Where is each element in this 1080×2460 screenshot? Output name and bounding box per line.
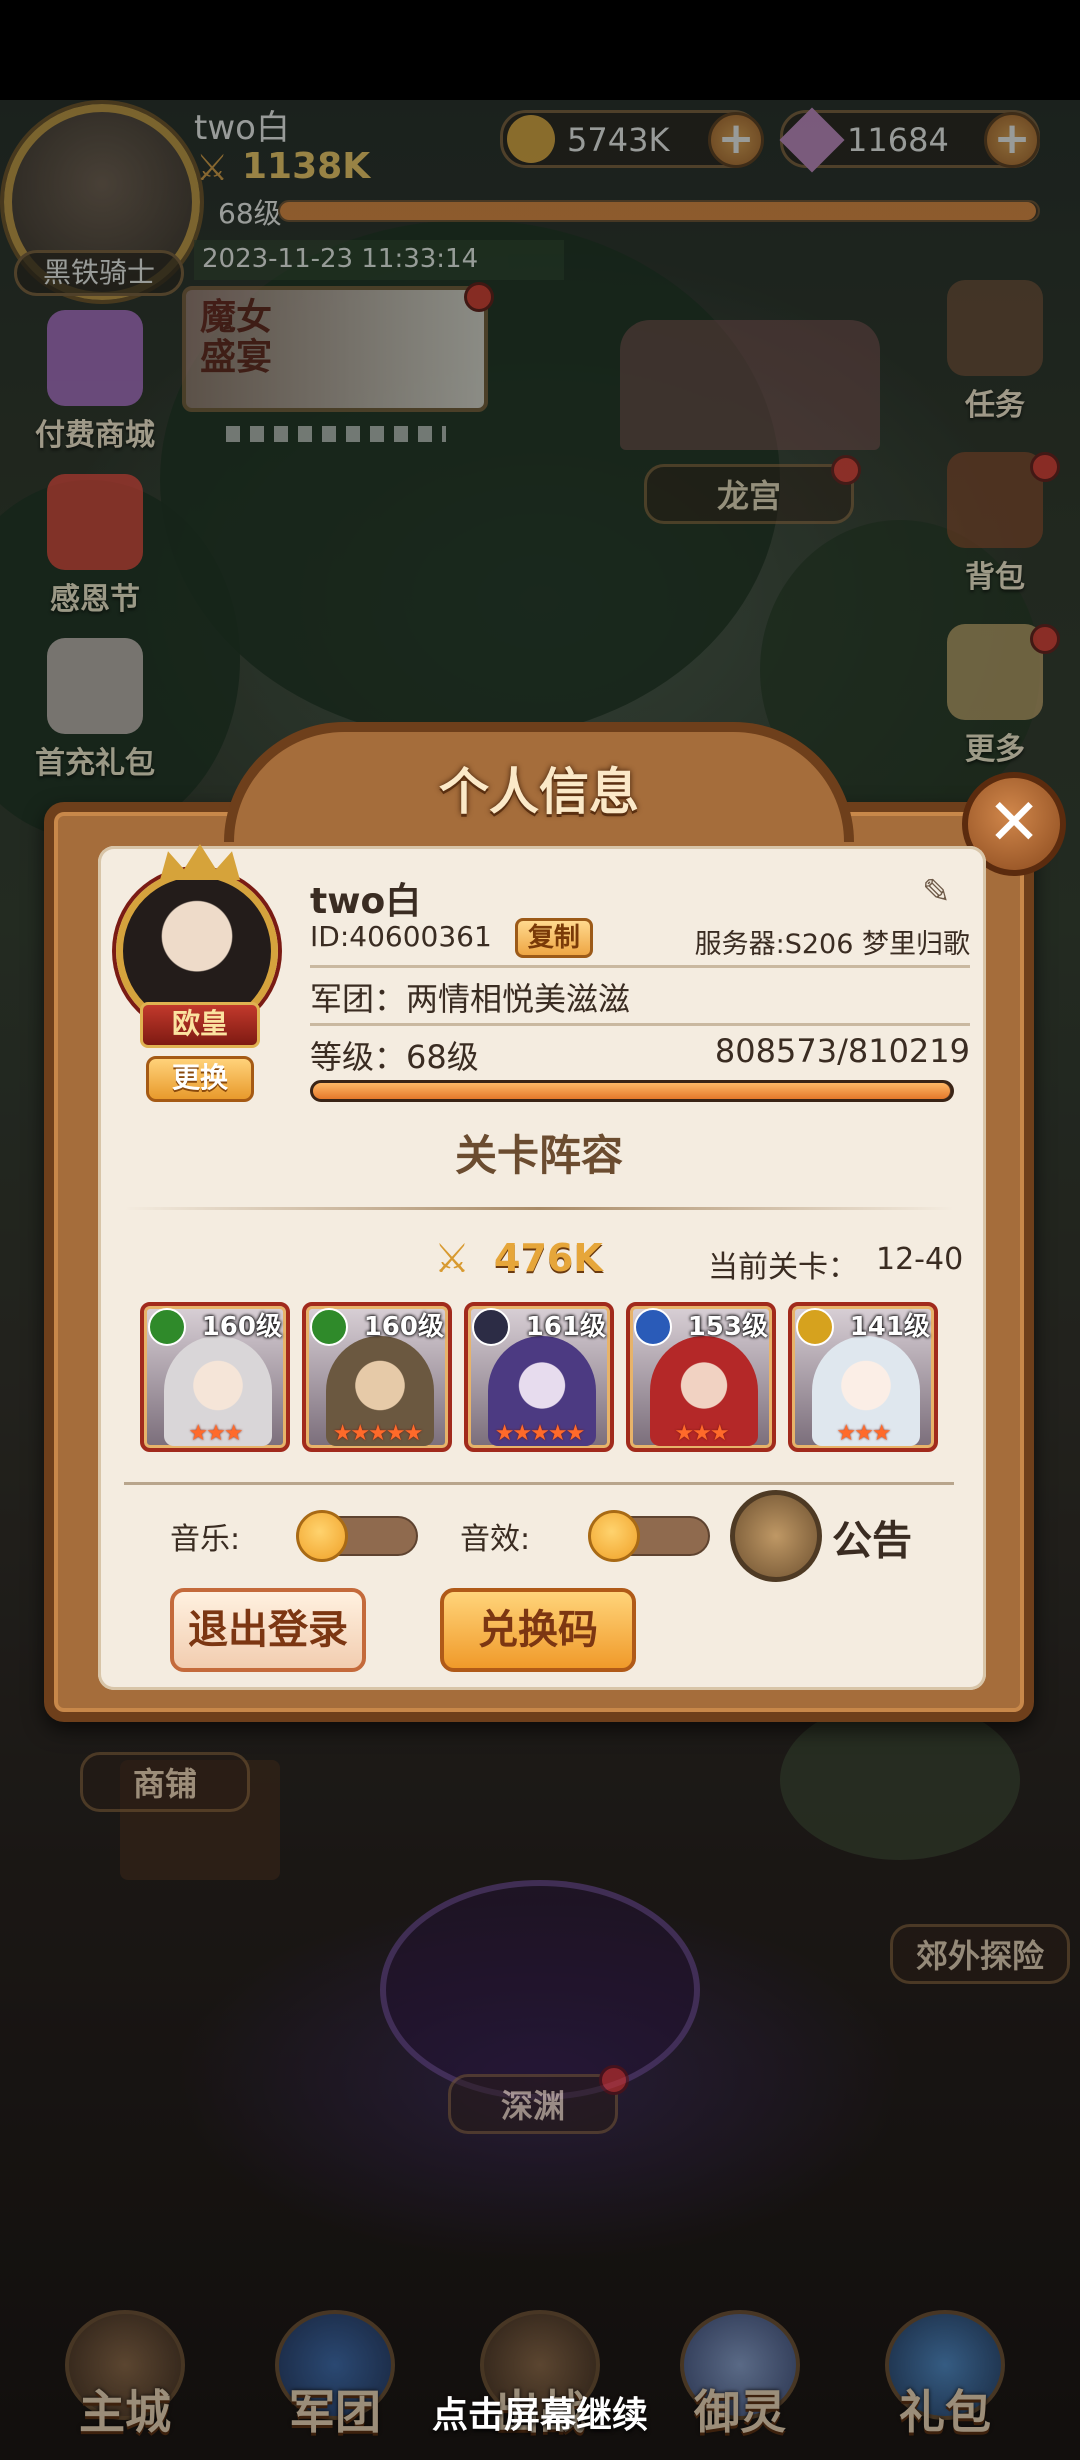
continue-hint[interactable]: 点击屏幕继续 (0, 2386, 1080, 2438)
outskirts-text: 郊外探险 (915, 1937, 1044, 1975)
more-notification-dot (1030, 624, 1060, 654)
exp-text: 808573/810219 (714, 1032, 970, 1070)
paid-shop-button[interactable]: 付费商城 (30, 310, 160, 454)
shop-text: 商铺 (132, 1765, 197, 1803)
add-gold-button[interactable]: + (708, 112, 764, 168)
hero-card[interactable]: 153级 ★★★ (626, 1302, 776, 1452)
player-name: two白 (194, 108, 290, 148)
exp-progress-bar (310, 1080, 954, 1102)
guild-name: 军团：两情相悦美滋滋 (310, 980, 631, 1018)
timestamp: 2023-11-23 11:33:14 (194, 240, 564, 280)
level-text: 等级：68级 (310, 1038, 479, 1076)
gift-chest-icon (47, 310, 143, 406)
gem-icon (779, 107, 845, 173)
sfx-toggle-knob (588, 1510, 640, 1562)
player-level: 68级 (218, 197, 282, 230)
settings-divider (124, 1482, 954, 1485)
redeem-code-button[interactable]: 兑换码 (440, 1588, 636, 1672)
logout-button[interactable]: 退出登录 (170, 1588, 366, 1672)
hero-level: 160级 (201, 1312, 282, 1342)
tasks-button[interactable]: 任务 (930, 280, 1060, 424)
guild-row: 军团：两情相悦美滋滋 (310, 974, 970, 1026)
dragon-palace-text: 龙宫 (716, 477, 781, 515)
bag-button[interactable]: 背包 (930, 452, 1060, 596)
left-menu: 付费商城 感恩节 首充礼包 (30, 310, 170, 782)
stage-label: 当前关卡： (708, 1250, 858, 1285)
bag-notification-dot (1030, 452, 1060, 482)
server-info: 服务器:S206 梦里归歌 (694, 929, 970, 960)
event-banner-text: 魔女 盛宴 (200, 297, 273, 378)
paid-shop-label: 付费商城 (35, 418, 155, 453)
gem-value: 11684 (847, 121, 949, 159)
dragon-notification-dot (831, 455, 861, 485)
backpack-icon (947, 452, 1043, 548)
lineup-divider (124, 1207, 954, 1210)
light-element-icon (796, 1308, 834, 1346)
dialog-title: 个人信息 (439, 763, 639, 821)
banner-pagination (226, 426, 446, 442)
edit-name-icon[interactable]: ✎ (922, 872, 951, 912)
event-notification-dot (464, 282, 494, 312)
level-progress-bar (278, 200, 1040, 222)
hero-level: 153级 (687, 1312, 768, 1342)
music-toggle[interactable] (296, 1510, 418, 1562)
notice-label[interactable]: 公告 (832, 1508, 912, 1566)
player-power: 1138K (242, 146, 371, 187)
hero-level: 161级 (525, 1312, 606, 1342)
gold-coin-icon (507, 115, 555, 163)
hero-stars: ★★★ (836, 1421, 891, 1446)
megaphone-icon[interactable] (730, 1490, 822, 1582)
gold-value: 5743K (567, 121, 670, 159)
dragon-palace-label[interactable]: 龙宫 (644, 455, 861, 524)
thanksgiving-label: 感恩节 (50, 582, 140, 617)
hero-card[interactable]: 160级 ★★★ (140, 1302, 290, 1452)
hero-level: 141级 (849, 1312, 930, 1342)
water-element-icon (634, 1308, 672, 1346)
character-icon (47, 638, 143, 734)
nature-element-icon (148, 1308, 186, 1346)
lineup-swords-icon: ⚔ (434, 1236, 470, 1282)
crossed-swords-icon: ⚔ (196, 148, 229, 189)
player-title-badge: 黑铁骑士 (14, 250, 184, 296)
stage-value: 12-40 (876, 1242, 964, 1277)
change-avatar-button[interactable]: 更换 (146, 1056, 254, 1102)
grid-icon (947, 624, 1043, 720)
lineup-power: 476K (494, 1236, 603, 1280)
personal-info-dialog: 个人信息 ✕ 欧皇 更换 two白 ✎ ID:40600361 复制 服务器:S… (14, 722, 1066, 1762)
thanksgiving-button[interactable]: 感恩节 (30, 474, 160, 618)
abyss-text: 深渊 (500, 2087, 565, 2125)
abyss-label[interactable]: 深渊 (448, 2065, 629, 2134)
hero-card[interactable]: 160级 ★★★★★ (302, 1302, 452, 1452)
id-row: ID:40600361 复制 服务器:S206 梦里归歌 (310, 918, 970, 968)
rank-badge: 欧皇 (140, 1002, 260, 1048)
music-label: 音乐: (170, 1522, 241, 1557)
dark-element-icon (472, 1308, 510, 1346)
add-gem-button[interactable]: + (984, 112, 1040, 168)
abyss-notification-dot (599, 2065, 629, 2095)
player-title: 黑铁骑士 (42, 256, 155, 289)
sfx-toggle[interactable] (588, 1510, 710, 1562)
player-id: ID:40600361 (310, 920, 492, 953)
bag-label: 背包 (965, 560, 1025, 595)
music-toggle-knob (296, 1510, 348, 1562)
hero-level: 160级 (363, 1312, 444, 1342)
copy-id-button[interactable]: 复制 (514, 918, 593, 958)
lineup-title: 关卡阵容 (454, 1131, 623, 1180)
hero-stars: ★★★★★ (332, 1421, 424, 1446)
sfx-label: 音效: (460, 1522, 531, 1557)
hero-stars: ★★★★★ (494, 1421, 586, 1446)
hero-stars: ★★★ (674, 1421, 729, 1446)
profile-name: two白 (310, 881, 422, 922)
outskirts-label[interactable]: 郊外探险 (890, 1924, 1070, 1984)
event-banner[interactable]: 魔女 盛宴 (182, 282, 494, 412)
tasks-label: 任务 (965, 388, 1025, 423)
top-hud: two白 ⚔ 1138K 68级 5743K + 11684 + 黑铁骑士 20… (0, 100, 1080, 300)
scroll-icon (947, 280, 1043, 376)
hero-stars: ★★★ (188, 1421, 243, 1446)
right-menu: 任务 背包 更多 (930, 280, 1060, 768)
gift-box-icon (47, 474, 143, 570)
hero-card[interactable]: 141级 ★★★ (788, 1302, 938, 1452)
hero-card[interactable]: 161级 ★★★★★ (464, 1302, 614, 1452)
nature-element-icon (310, 1308, 348, 1346)
